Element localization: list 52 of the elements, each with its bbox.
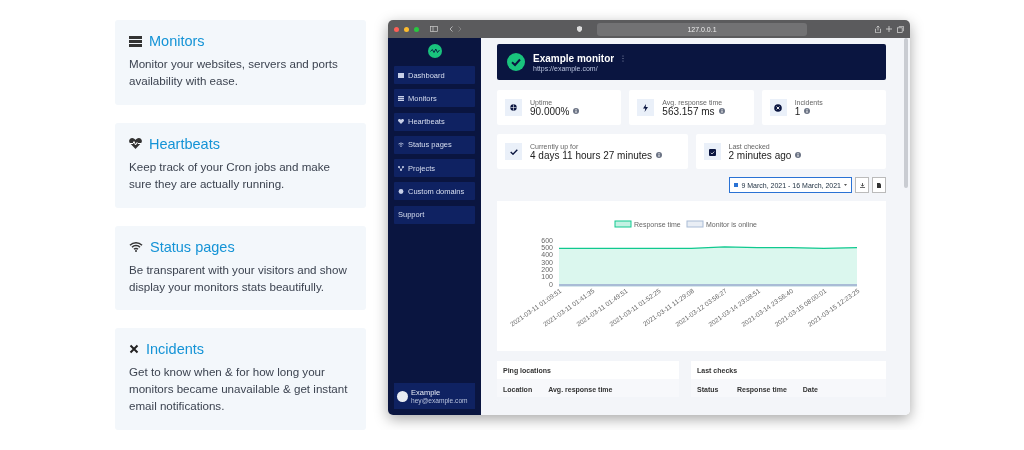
calendar-icon: [708, 147, 716, 156]
stat-value: 1: [794, 105, 801, 117]
stat-value: 4 days 11 hours 27 minutes: [530, 149, 653, 161]
close-icon: [774, 103, 783, 112]
caret-icon: [844, 184, 847, 186]
feature-title: Monitors: [149, 33, 205, 49]
scrollbar[interactable]: [904, 38, 908, 188]
feature-description: Keep track of your Cron jobs and make sure they are actually running.: [129, 158, 332, 192]
forward-icon[interactable]: [458, 26, 462, 32]
shield-icon[interactable]: [577, 26, 582, 32]
checkmark-icon: [509, 148, 518, 155]
download-icon: [859, 182, 865, 188]
dashboard-icon: [398, 72, 404, 78]
share-icon[interactable]: [875, 25, 881, 33]
server-icon: [398, 95, 404, 101]
wifi-icon: [398, 142, 404, 148]
info-icon: [795, 152, 802, 158]
info-icon: [804, 108, 811, 114]
stat-value: 563.157 ms: [662, 105, 715, 117]
info-icon: [656, 152, 663, 158]
server-icon: [129, 35, 142, 47]
avatar-icon: [397, 390, 408, 402]
globe-icon: [510, 104, 517, 111]
stat-value: 90.000%: [530, 105, 570, 117]
heart-icon: [398, 119, 404, 125]
calendar-icon: [734, 183, 739, 187]
back-icon[interactable]: [449, 26, 453, 32]
heartbeat-icon: [129, 138, 142, 150]
feature-title: Incidents: [146, 341, 205, 358]
feature-description: Get to know when & for how long your monitors became unavailable & get instant email notifications.: [129, 364, 349, 415]
feature-description: Be transparent with your visitors and show display your monitors stats beautifully.: [129, 261, 348, 295]
download-button[interactable]: [855, 177, 869, 193]
logo-icon: [427, 44, 442, 58]
file-icon: [877, 182, 881, 188]
tabs-icon[interactable]: [897, 25, 904, 33]
close-dot-icon[interactable]: [394, 26, 399, 32]
info-icon: [573, 108, 580, 114]
nodes-icon: [398, 165, 404, 171]
feature-title: Status pages: [150, 238, 235, 255]
info-icon: [718, 108, 725, 114]
feature-title: Heartbeats: [149, 135, 220, 152]
feature-description: Monitor your websites, servers and ports availability with ease.: [129, 56, 339, 89]
zoom-dot-icon[interactable]: [414, 26, 419, 32]
globe-icon: [398, 189, 404, 194]
stat-value: 2 minutes ago: [728, 149, 792, 161]
minimize-dot-icon[interactable]: [404, 26, 409, 32]
sidebar-toggle-icon[interactable]: [430, 26, 438, 32]
checkmark-icon: [507, 53, 525, 71]
export-button[interactable]: [872, 177, 886, 193]
plus-icon[interactable]: [886, 26, 892, 32]
monitor-name: Example monitor: [533, 52, 615, 64]
lightning-icon: [643, 103, 649, 112]
